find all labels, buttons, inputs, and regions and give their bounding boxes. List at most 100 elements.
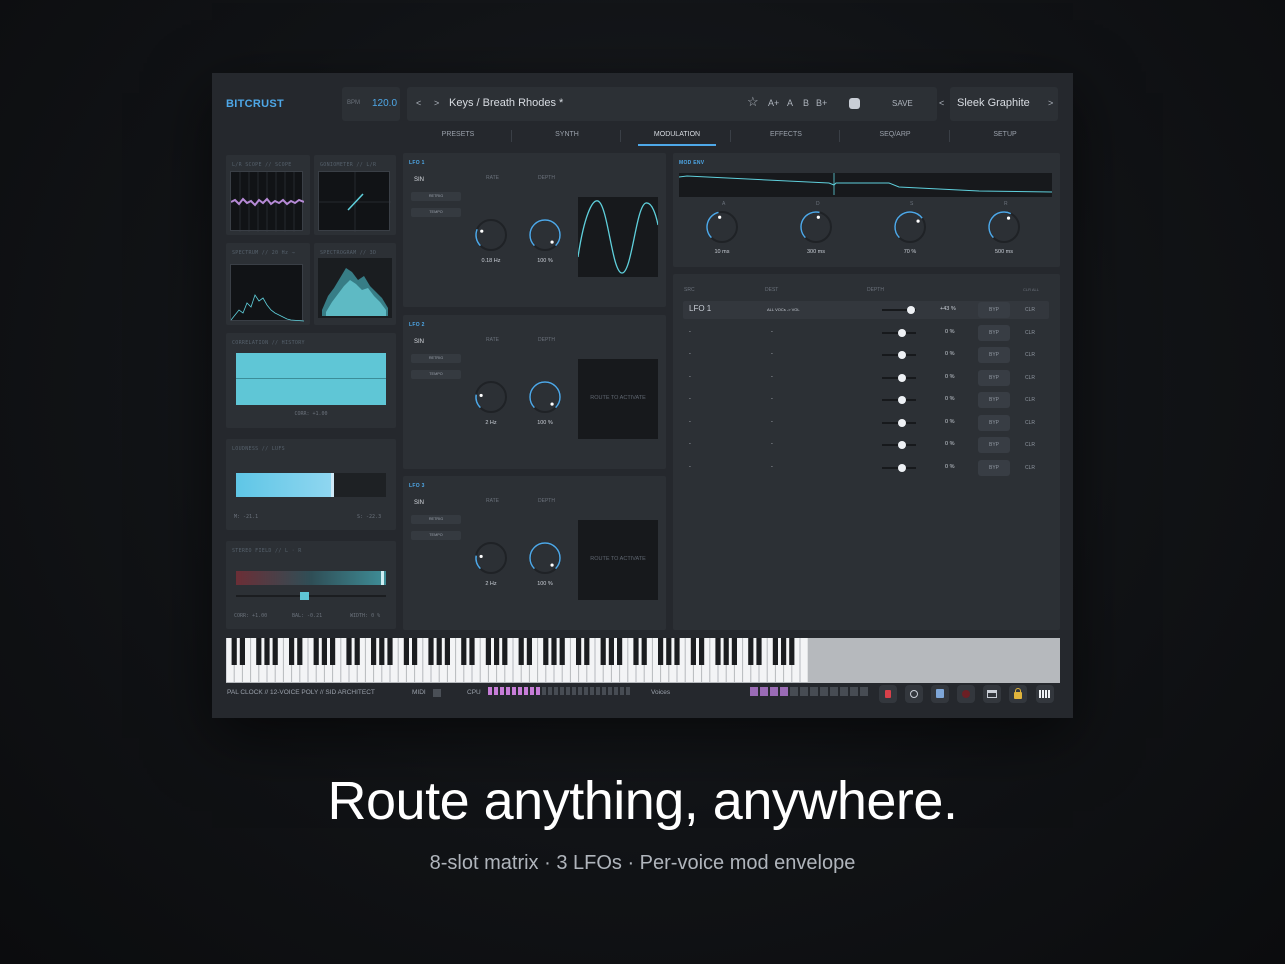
preset-prev-button[interactable]: < <box>416 98 421 108</box>
lfo-1-retrig-button[interactable]: RETRIG <box>411 192 461 201</box>
black-key[interactable] <box>666 638 672 665</box>
black-key[interactable] <box>239 638 245 665</box>
lfo-1-shape[interactable]: SIN <box>414 177 424 183</box>
lfo-3-depth-knob[interactable] <box>527 540 563 576</box>
black-key[interactable] <box>272 638 278 665</box>
black-key[interactable] <box>715 638 721 665</box>
black-key[interactable] <box>346 638 352 665</box>
black-key[interactable] <box>469 638 475 665</box>
matrix-src[interactable]: - <box>689 441 691 447</box>
matrix-src[interactable]: LFO 1 <box>689 304 711 313</box>
matrix-dest[interactable]: - <box>771 351 773 357</box>
matrix-src[interactable]: - <box>689 396 691 402</box>
black-key[interactable] <box>756 638 762 665</box>
matrix-bypass-button[interactable]: BYP <box>978 459 1010 476</box>
black-key[interactable] <box>748 638 754 665</box>
matrix-bypass-button[interactable]: BYP <box>978 324 1010 341</box>
black-key[interactable] <box>502 638 508 665</box>
matrix-dest[interactable]: - <box>771 419 773 425</box>
matrix-depth-thumb[interactable] <box>898 463 907 472</box>
matrix-depth-thumb[interactable] <box>898 441 907 449</box>
matrix-depth-thumb[interactable] <box>898 328 907 337</box>
matrix-src[interactable]: - <box>689 351 691 357</box>
black-key[interactable] <box>461 638 467 665</box>
matrix-depth-thumb[interactable] <box>898 396 907 404</box>
black-key[interactable] <box>658 638 664 665</box>
matrix-dest[interactable]: - <box>771 396 773 402</box>
black-key[interactable] <box>576 638 582 665</box>
black-key[interactable] <box>584 638 590 665</box>
lfo-3-tempo-button[interactable]: TEMPO <box>411 531 461 540</box>
bpm-field[interactable]: BPM 120.0 <box>342 87 400 121</box>
lfo-2-tempo-button[interactable]: TEMPO <box>411 370 461 379</box>
black-key[interactable] <box>526 638 532 665</box>
matrix-src[interactable]: - <box>689 464 691 470</box>
black-key[interactable] <box>690 638 696 665</box>
lock-icon[interactable] <box>1009 685 1027 703</box>
black-key[interactable] <box>723 638 729 665</box>
matrix-clear-button[interactable]: CLR <box>1014 460 1046 476</box>
matrix-clear-button[interactable]: CLR <box>1014 302 1046 318</box>
black-key[interactable] <box>387 638 393 665</box>
black-key[interactable] <box>551 638 557 665</box>
matrix-depth-thumb[interactable] <box>907 306 916 314</box>
lfo-3-rate-knob[interactable] <box>473 540 509 576</box>
black-key[interactable] <box>781 638 787 665</box>
theme-selector[interactable]: Sleek Graphite <box>950 87 1058 121</box>
black-key[interactable] <box>494 638 500 665</box>
black-key[interactable] <box>371 638 377 665</box>
white-key[interactable] <box>800 638 808 682</box>
env-r-knob[interactable] <box>986 209 1022 245</box>
tab-seq-arp[interactable]: SEQ/ARP <box>845 131 945 138</box>
info-icon[interactable] <box>931 685 949 703</box>
black-key[interactable] <box>403 638 409 665</box>
clear-all-button[interactable]: CLR ALL <box>1023 287 1039 292</box>
matrix-dest[interactable]: - <box>771 464 773 470</box>
theme-prev-button[interactable]: < <box>939 98 944 108</box>
archive-icon[interactable] <box>983 685 1001 703</box>
matrix-depth-thumb[interactable] <box>898 373 907 382</box>
theme-next-button[interactable]: > <box>1048 98 1053 108</box>
black-key[interactable] <box>543 638 549 665</box>
lfo-1-tempo-button[interactable]: TEMPO <box>411 208 461 217</box>
a-button[interactable]: A <box>787 98 793 108</box>
record-icon[interactable] <box>957 685 975 703</box>
env-a-knob[interactable] <box>704 209 740 245</box>
matrix-clear-button[interactable]: CLR <box>1014 370 1046 386</box>
matrix-clear-button[interactable]: CLR <box>1014 415 1046 431</box>
black-key[interactable] <box>608 638 614 665</box>
lfo-3-retrig-button[interactable]: RETRIG <box>411 515 461 524</box>
tab-effects[interactable]: EFFECTS <box>736 131 836 138</box>
matrix-clear-button[interactable]: CLR <box>1014 392 1046 408</box>
lfo-1-depth-knob[interactable] <box>527 217 563 253</box>
lfo-1-rate-knob[interactable] <box>473 217 509 253</box>
b-button[interactable]: B <box>803 98 809 108</box>
bpm-value[interactable]: 120.0 <box>372 98 397 109</box>
tab-synth[interactable]: SYNTH <box>517 131 617 138</box>
tab-presets[interactable]: PRESETS <box>408 131 508 138</box>
matrix-src[interactable]: - <box>689 419 691 425</box>
black-key[interactable] <box>600 638 606 665</box>
black-key[interactable] <box>321 638 327 665</box>
matrix-clear-button[interactable]: CLR <box>1014 347 1046 363</box>
preset-name[interactable]: Keys / Breath Rhodes * <box>449 97 563 109</box>
matrix-depth-thumb[interactable] <box>898 351 907 359</box>
black-key[interactable] <box>617 638 623 665</box>
black-key[interactable] <box>485 638 491 665</box>
matrix-src[interactable]: - <box>689 329 691 335</box>
matrix-clear-button[interactable]: CLR <box>1014 325 1046 341</box>
preset-next-button[interactable]: > <box>434 98 439 108</box>
matrix-src[interactable]: - <box>689 374 691 380</box>
black-key[interactable] <box>264 638 270 665</box>
matrix-bypass-button[interactable]: BYP <box>978 437 1010 453</box>
black-key[interactable] <box>731 638 737 665</box>
black-key[interactable] <box>436 638 442 665</box>
matrix-clear-button[interactable]: CLR <box>1014 437 1046 453</box>
black-key[interactable] <box>313 638 319 665</box>
piano-keys[interactable] <box>226 638 1060 683</box>
globe-icon[interactable] <box>905 685 923 703</box>
matrix-dest[interactable]: ALL VOCs -> VOL <box>767 307 800 312</box>
lfo-2-rate-knob[interactable] <box>473 379 509 415</box>
panic-icon[interactable] <box>879 685 897 703</box>
lfo-3-shape[interactable]: SIN <box>414 500 424 506</box>
